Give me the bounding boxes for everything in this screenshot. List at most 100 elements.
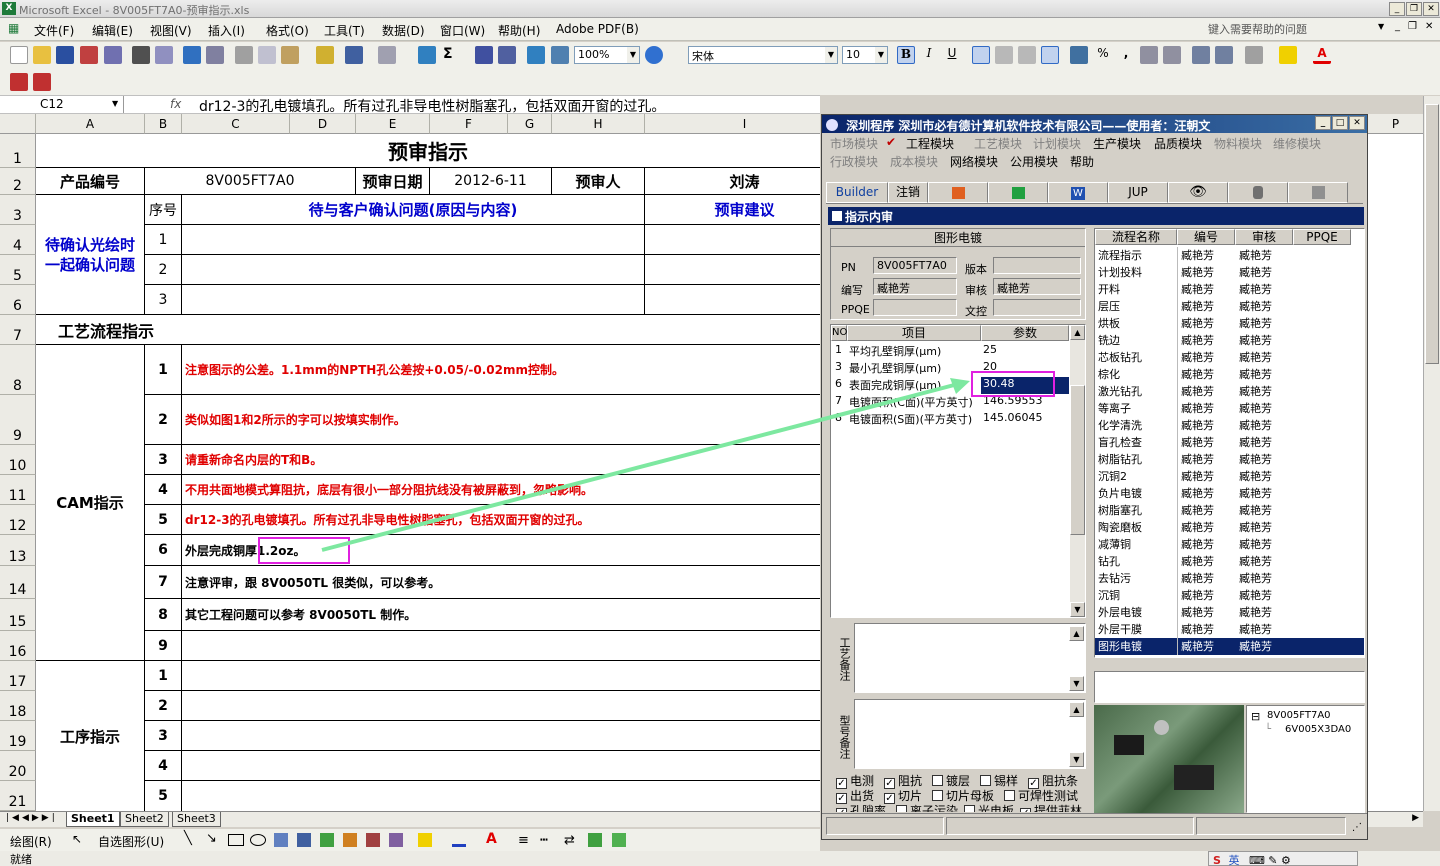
chart-wizard-icon[interactable] (527, 46, 545, 64)
flow-row[interactable]: 铣边 臧艳芳 臧艳芳 (1095, 332, 1364, 349)
model-remark-input[interactable]: ▲ ▼ (854, 699, 1086, 769)
flow-row-selected[interactable]: 图形电镀 臧艳芳 臧艳芳 (1095, 638, 1364, 655)
flow-row[interactable]: 化学清洗 臧艳芳 臧艳芳 (1095, 417, 1364, 434)
app-menu-material[interactable]: 物料模块 (1214, 135, 1262, 152)
col-header-i[interactable]: I (645, 114, 820, 134)
increase-decimal-icon[interactable] (1140, 46, 1158, 64)
confirm-suggest-cell[interactable] (645, 225, 820, 255)
scroll-up-icon[interactable]: ▲ (1070, 325, 1085, 340)
decrease-indent-icon[interactable] (1192, 46, 1210, 64)
permission-icon[interactable] (80, 46, 98, 64)
drawing-icon[interactable] (551, 46, 569, 64)
help-icon[interactable] (645, 46, 663, 64)
flow-note-input[interactable] (1094, 671, 1365, 703)
flow-row[interactable]: 盲孔检查 臧艳芳 臧艳芳 (1095, 434, 1364, 451)
menu-view[interactable]: 视图(V) (150, 22, 192, 39)
research-icon[interactable] (206, 46, 224, 64)
flow-row[interactable]: 流程指示 臧艳芳 臧艳芳 (1095, 247, 1364, 264)
db-tab[interactable] (1228, 182, 1288, 203)
proc-cell[interactable] (182, 661, 820, 691)
col-header-b[interactable]: B (145, 114, 182, 134)
logout-tab[interactable]: 注销 (888, 182, 928, 203)
checkbox-ion-contamination[interactable]: 离子污染 (896, 802, 958, 812)
cam-item[interactable]: 请重新命名内层的T和B。 (182, 445, 820, 475)
draw-menu[interactable]: 绘图(R) (10, 833, 52, 850)
confirm-issue-cell[interactable] (182, 255, 645, 285)
date-value[interactable]: 2012-6-11 (430, 168, 552, 195)
flow-row[interactable]: 减薄铜 臧艳芳 臧艳芳 (1095, 536, 1364, 553)
proc-num[interactable]: 2 (145, 691, 182, 721)
row-header[interactable]: 1 (0, 134, 36, 168)
excel-tab[interactable] (988, 182, 1048, 203)
font-select[interactable]: 宋体 ▼ (688, 46, 838, 64)
col-header-f[interactable]: F (430, 114, 508, 134)
flow-row[interactable]: 外层电镀 臧艳芳 臧艳芳 (1095, 604, 1364, 621)
cam-num[interactable]: 5 (145, 505, 182, 535)
doc-control-field[interactable] (993, 299, 1081, 316)
bold-button[interactable]: B (897, 46, 915, 64)
confirm-issue-cell[interactable] (182, 225, 645, 255)
row-header[interactable]: 21 (0, 781, 36, 811)
proc-cell[interactable] (182, 691, 820, 721)
doc-icon[interactable]: ▦ (8, 21, 19, 35)
proc-cell[interactable] (182, 751, 820, 781)
param-row[interactable]: 1 平均孔壁铜厚(μm) 25 (831, 343, 1069, 360)
row-header[interactable]: 4 (0, 225, 36, 255)
close-icon[interactable]: ✕ (1423, 2, 1439, 16)
ppt-tab[interactable] (928, 182, 988, 203)
line-color-icon[interactable] (452, 833, 466, 847)
help-search-input[interactable]: 键入需要帮助的问题 (1208, 21, 1386, 37)
suggest-label[interactable]: 预审建议 (645, 195, 820, 225)
proc-label[interactable]: 工序指示 (36, 661, 145, 811)
confirm-suggest-cell[interactable] (645, 255, 820, 285)
flow-col-review[interactable]: 审核 (1235, 229, 1293, 245)
process-label[interactable]: 工艺流程指示 (36, 315, 820, 345)
ppqe-field[interactable] (873, 299, 957, 316)
tree-node-root[interactable]: 8V005FT7A0 (1267, 710, 1331, 721)
app-menu-network[interactable]: 网络模块 (950, 153, 998, 170)
menu-file[interactable]: 文件(F) (34, 22, 74, 39)
align-center-icon[interactable] (995, 46, 1013, 64)
sheet-title[interactable]: 预审指示 (36, 134, 820, 168)
email-icon[interactable] (104, 46, 122, 64)
increase-indent-icon[interactable] (1215, 46, 1233, 64)
menu-insert[interactable]: 插入(I) (208, 22, 245, 39)
print-preview-icon[interactable] (155, 46, 173, 64)
cut-icon[interactable] (235, 46, 253, 64)
confirm-seq[interactable]: 2 (145, 255, 182, 285)
autosum-icon[interactable]: Σ (443, 46, 461, 64)
word-tab[interactable]: W (1048, 182, 1108, 203)
product-label[interactable]: 产品编号 (36, 168, 145, 195)
format-painter-icon[interactable] (316, 46, 334, 64)
cam-item[interactable]: 类似如图1和2所示的字可以按填实制作。 (182, 395, 820, 445)
picture-icon[interactable] (366, 833, 380, 847)
new-icon[interactable] (10, 46, 28, 64)
app-menu-cost[interactable]: 成本模块 (890, 153, 938, 170)
tools-tab[interactable] (1288, 182, 1348, 203)
zoom-select[interactable]: 100% ▼ (574, 46, 640, 64)
cam-item[interactable] (182, 631, 820, 661)
tab-sheet2[interactable]: Sheet2 (120, 812, 169, 827)
minimize-icon[interactable]: _ (1389, 2, 1405, 16)
autoshapes-menu[interactable]: 自选图形(U) (98, 833, 164, 850)
arrow-style-icon[interactable]: ⇄ (564, 833, 575, 848)
cam-num[interactable]: 1 (145, 345, 182, 395)
confirm-label[interactable]: 待确认光绘时一起确认问题 (36, 195, 145, 315)
row-header[interactable]: 8 (0, 345, 36, 395)
row-header[interactable]: 6 (0, 285, 36, 315)
clipart-icon[interactable] (343, 833, 357, 847)
row-header[interactable]: 9 (0, 395, 36, 445)
menu-edit[interactable]: 编辑(E) (92, 22, 133, 39)
proc-num[interactable]: 3 (145, 721, 182, 751)
cam-item[interactable]: 不用共面地模式算阻抗，底层有很小一部分阻抗线没有被屏蔽到，忽略影响。 (182, 475, 820, 505)
italic-button[interactable]: I (920, 46, 938, 64)
cam-num[interactable]: 6 (145, 535, 182, 566)
tree-node-child[interactable]: 6V005X3DA0 (1285, 724, 1351, 735)
app-menu-production[interactable]: 生产模块 (1093, 135, 1141, 152)
flow-row[interactable]: 沉铜2 臧艳芳 臧艳芳 (1095, 468, 1364, 485)
param-scrollbar[interactable]: ▲ ▼ (1070, 325, 1085, 617)
app-menu-admin[interactable]: 行政模块 (830, 153, 878, 170)
app-menu-market[interactable]: 市场模块 (830, 135, 878, 152)
dash-style-icon[interactable]: ┅ (540, 833, 548, 848)
confirm-suggest-cell[interactable] (645, 285, 820, 315)
